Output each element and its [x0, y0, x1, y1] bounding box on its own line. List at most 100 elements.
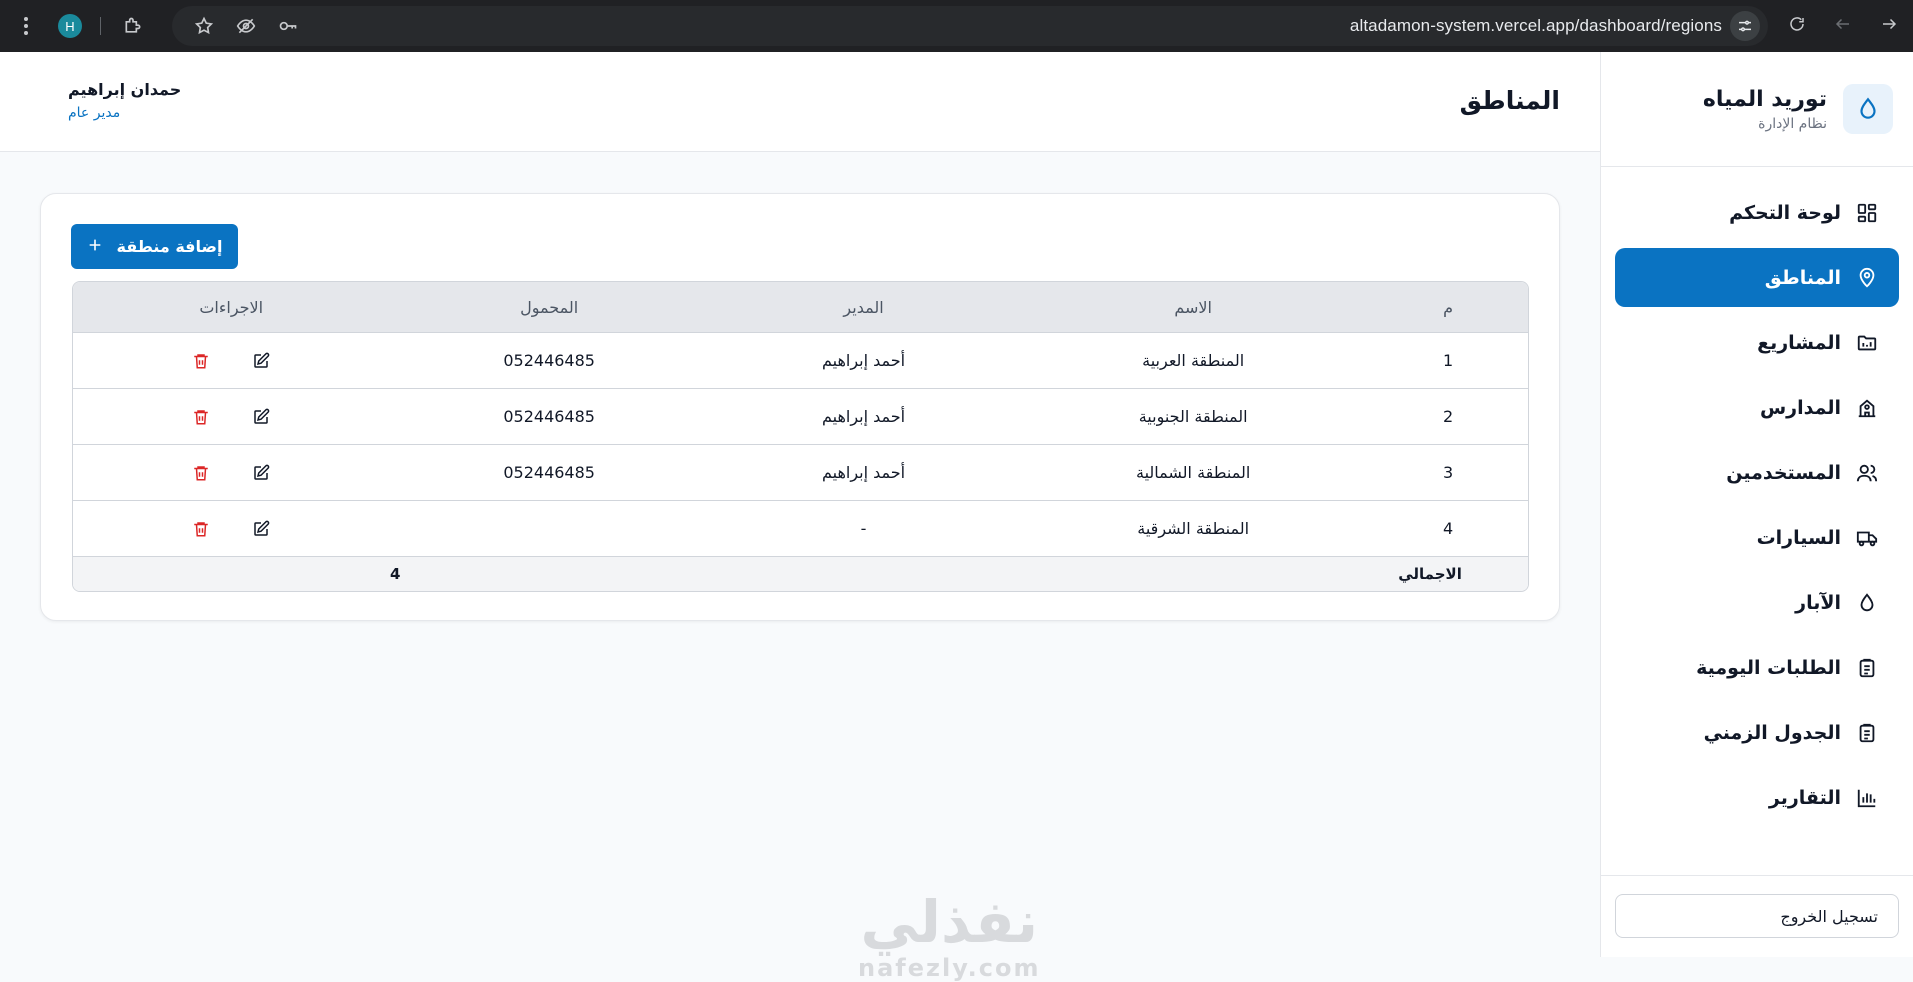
edit-icon[interactable]	[251, 519, 271, 539]
sidebar-item-regions[interactable]: المناطق	[1615, 248, 1899, 307]
sidebar-nav: لوحة التحكم المناطق المشاريع المدارس الم…	[1601, 167, 1913, 827]
delete-trash-icon[interactable]	[191, 519, 211, 539]
toolbar-divider	[100, 17, 101, 35]
brand-subtitle: نظام الإدارة	[1758, 115, 1827, 132]
logout-section: تسجيل الخروج	[1601, 875, 1913, 957]
sidebar-item-label: الآبار	[1795, 591, 1841, 614]
site-settings-icon[interactable]	[1730, 11, 1760, 41]
cell-phone: 052446485	[389, 332, 709, 388]
url-text[interactable]: altadamon-system.vercel.app/dashboard/re…	[1350, 16, 1722, 36]
column-header-actions: الاجراءات	[73, 282, 390, 332]
delete-trash-icon[interactable]	[191, 463, 211, 483]
cell-manager: أحمد إبراهيم	[708, 388, 1019, 444]
cell-manager: -	[708, 500, 1019, 556]
bookmark-star-icon[interactable]	[190, 12, 218, 40]
sidebar-item-wells[interactable]: الآبار	[1615, 573, 1899, 632]
sidebar-item-projects[interactable]: المشاريع	[1615, 313, 1899, 372]
column-header-name: الاسم	[1018, 282, 1369, 332]
column-header-phone: المحمول	[389, 282, 709, 332]
sidebar-item-dashboard[interactable]: لوحة التحكم	[1615, 183, 1899, 242]
clipboard-icon	[1855, 721, 1879, 745]
regions-table: م الاسم المدير المحمول الاجراءات 1 المنط…	[72, 281, 1529, 592]
cell-number: 4	[1368, 500, 1528, 556]
user-name: حمدان إبراهيم	[68, 80, 182, 99]
dashboard-icon	[1855, 201, 1879, 225]
reload-icon[interactable]	[1783, 10, 1811, 38]
cell-name: المنطقة الجنوبية	[1018, 388, 1369, 444]
school-icon	[1855, 396, 1879, 420]
sidebar-item-label: المشاريع	[1757, 331, 1841, 354]
delete-trash-icon[interactable]	[191, 407, 211, 427]
watermark-logo: نفذلي nafezly.com	[858, 892, 1040, 982]
droplet-icon	[1855, 591, 1879, 615]
sidebar-item-label: المناطق	[1764, 266, 1841, 289]
cell-phone: 052446485	[389, 388, 709, 444]
sidebar-item-daily-orders[interactable]: الطلبات اليومية	[1615, 638, 1899, 697]
sidebar-item-label: الطلبات اليومية	[1696, 656, 1841, 679]
user-info[interactable]: حمدان إبراهيم مدير عام	[68, 80, 181, 121]
cell-actions	[73, 332, 390, 388]
cell-phone: 052446485	[389, 444, 709, 500]
delete-trash-icon[interactable]	[191, 351, 211, 371]
cell-manager: أحمد إبراهيم	[708, 332, 1019, 388]
app-root: توريد المياه نظام الإدارة لوحة التحكم ال…	[0, 52, 1913, 982]
browser-menu-icon[interactable]	[12, 12, 40, 40]
clipboard-icon	[1855, 656, 1879, 680]
sidebar-item-label: السيارات	[1756, 526, 1841, 549]
address-bar[interactable]: altadamon-system.vercel.app/dashboard/re…	[172, 6, 1768, 46]
main-content: المناطق حمدان إبراهيم مدير عام إضافة منط…	[0, 52, 1600, 982]
page-title: المناطق	[1459, 86, 1560, 115]
watermark-latin: nafezly.com	[858, 954, 1041, 982]
sidebar-item-vehicles[interactable]: السيارات	[1615, 508, 1899, 567]
sidebar-item-schools[interactable]: المدارس	[1615, 378, 1899, 437]
edit-icon[interactable]	[251, 463, 271, 483]
table-row: 2 المنطقة الجنوبية أحمد إبراهيم 05244648…	[73, 388, 1528, 444]
profile-avatar[interactable]: H	[58, 14, 82, 38]
edit-icon[interactable]	[251, 351, 271, 371]
sidebar-item-label: المدارس	[1759, 396, 1841, 419]
add-region-button[interactable]: إضافة منطقة	[71, 224, 238, 269]
page-header: المناطق حمدان إبراهيم مدير عام	[0, 52, 1600, 152]
cell-phone	[389, 500, 709, 556]
brand-title: توريد المياه	[1702, 86, 1827, 112]
add-region-label: إضافة منطقة	[116, 237, 223, 256]
forward-arrow-icon[interactable]	[1829, 10, 1857, 38]
total-label: الاجمالي	[1018, 556, 1528, 591]
total-count: 4	[73, 556, 1019, 591]
cell-actions	[73, 388, 390, 444]
cell-name: المنطقة الشمالية	[1018, 444, 1369, 500]
sidebar-item-label: لوحة التحكم	[1729, 201, 1841, 224]
sidebar-item-label: المستخدمين	[1726, 461, 1841, 484]
bar-chart-icon	[1855, 786, 1879, 810]
sidebar-item-label: الجدول الزمني	[1703, 721, 1841, 744]
regions-card: إضافة منطقة م الاسم المدير المحمول الاجر…	[40, 193, 1560, 621]
watermark-arabic: نفذلي	[860, 888, 1038, 956]
user-role: مدير عام	[68, 105, 121, 121]
table-row: 1 المنطقة العربية أحمد إبراهيم 052446485	[73, 332, 1528, 388]
column-header-manager: المدير	[708, 282, 1019, 332]
water-drop-logo-icon	[1843, 84, 1893, 134]
cell-actions	[73, 500, 390, 556]
brand-header: توريد المياه نظام الإدارة	[1601, 52, 1913, 167]
cell-number: 3	[1368, 444, 1528, 500]
table-row: 4 المنطقة الشرقية -	[73, 500, 1528, 556]
back-arrow-icon[interactable]	[1875, 10, 1903, 38]
sidebar-item-users[interactable]: المستخدمين	[1615, 443, 1899, 502]
cell-actions	[73, 444, 390, 500]
logout-button[interactable]: تسجيل الخروج	[1615, 894, 1899, 938]
cell-manager: أحمد إبراهيم	[708, 444, 1019, 500]
extensions-icon[interactable]	[119, 12, 147, 40]
sidebar-item-schedule[interactable]: الجدول الزمني	[1615, 703, 1899, 762]
folder-icon	[1855, 331, 1879, 355]
cell-number: 2	[1368, 388, 1528, 444]
browser-toolbar: H altadamon-system.vercel.app/dashboard/…	[0, 0, 1913, 52]
sidebar: توريد المياه نظام الإدارة لوحة التحكم ال…	[1600, 52, 1913, 957]
cell-number: 1	[1368, 332, 1528, 388]
edit-icon[interactable]	[251, 407, 271, 427]
cell-name: المنطقة العربية	[1018, 332, 1369, 388]
password-key-icon[interactable]	[274, 12, 302, 40]
sidebar-item-label: التقارير	[1768, 786, 1841, 809]
sidebar-item-reports[interactable]: التقارير	[1615, 768, 1899, 827]
cell-name: المنطقة الشرقية	[1018, 500, 1369, 556]
eye-off-icon[interactable]	[232, 12, 260, 40]
